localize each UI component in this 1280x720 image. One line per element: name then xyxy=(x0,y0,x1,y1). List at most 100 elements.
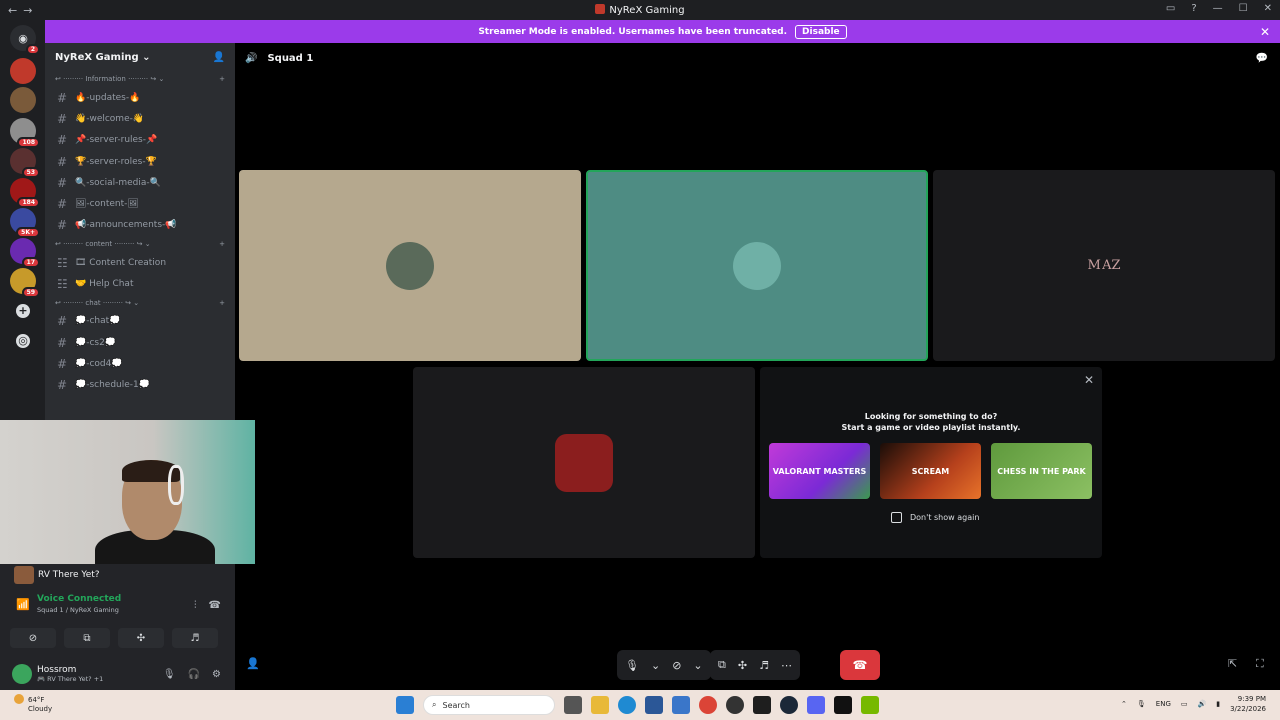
signal-icon[interactable]: 📶 xyxy=(16,598,30,611)
chrome-icon[interactable] xyxy=(699,696,717,714)
chevron-down-icon[interactable]: ⌄ xyxy=(651,659,660,672)
category-information[interactable]: ↩ ········· Information ········· ↪ ⌄ + xyxy=(45,71,235,87)
participant-tile[interactable]: M AZ xyxy=(933,170,1275,361)
channel-item[interactable]: # 💭-cod4💭 xyxy=(45,353,235,374)
battery-icon[interactable]: ▮ xyxy=(1216,700,1220,708)
server-icon-4[interactable]: 53 xyxy=(10,148,40,178)
steam-icon[interactable] xyxy=(780,696,798,714)
soundboard-icon[interactable]: ♬ xyxy=(759,659,769,672)
add-member-icon[interactable]: 👤 xyxy=(213,52,225,63)
camera-off-icon[interactable]: ⊘ xyxy=(672,659,681,672)
channel-item[interactable]: # 💭-schedule-1💭 xyxy=(45,375,235,396)
app-icon[interactable] xyxy=(726,696,744,714)
popout-icon[interactable]: ⇱ xyxy=(1228,657,1237,670)
start-icon[interactable] xyxy=(396,696,414,714)
username[interactable]: Hossrom xyxy=(37,665,103,675)
channel-item[interactable]: # 👋-welcome-👋 xyxy=(45,108,235,129)
chat-bubble-icon[interactable]: 💬 xyxy=(1256,53,1268,64)
task-view-icon[interactable] xyxy=(564,696,582,714)
channel-item[interactable]: ☷ 🤝 Help Chat xyxy=(45,273,235,294)
add-channel-icon[interactable]: + xyxy=(219,299,225,307)
server-icon-3[interactable]: 108 xyxy=(10,118,40,148)
maximize-icon[interactable]: ☐ xyxy=(1239,3,1248,14)
add-channel-icon[interactable]: + xyxy=(219,75,225,83)
edge-icon[interactable] xyxy=(618,696,636,714)
mail-icon[interactable] xyxy=(672,696,690,714)
add-server-icon[interactable]: + xyxy=(16,304,30,318)
disable-streamer-mode-button[interactable]: Disable xyxy=(795,24,847,39)
channel-item[interactable]: # 📢-announcements-📢 xyxy=(45,215,235,236)
participant-tile[interactable] xyxy=(413,367,755,558)
add-channel-icon[interactable]: + xyxy=(219,240,225,248)
discord-icon[interactable] xyxy=(807,696,825,714)
soundboard-button[interactable]: ♬ xyxy=(172,628,218,648)
participant-tile[interactable] xyxy=(239,170,581,361)
chevron-down-icon[interactable]: ⌄ xyxy=(693,659,702,672)
back-icon[interactable]: ← xyxy=(8,4,17,17)
help-icon[interactable]: ? xyxy=(1191,3,1196,14)
participant-tile-speaking[interactable] xyxy=(586,170,928,361)
server-header[interactable]: NyReX Gaming ⌄ 👤 xyxy=(45,43,235,71)
dont-show-again[interactable]: Don't show again xyxy=(891,512,979,523)
search-input[interactable]: ⌕ Search xyxy=(423,695,555,715)
server-icon-7[interactable]: 17 xyxy=(10,238,40,268)
app-icon[interactable] xyxy=(753,696,771,714)
activity-card-scream[interactable]: SCREAM xyxy=(880,443,981,499)
camera-off-button[interactable]: ⊘ xyxy=(10,628,56,648)
direct-messages-icon[interactable]: ◉ 2 xyxy=(10,25,40,55)
activity-card-valorant[interactable]: VALORANT MASTERS xyxy=(769,443,870,499)
avatar xyxy=(386,241,434,290)
channel-item[interactable]: # 🏆-server-roles-🏆 xyxy=(45,151,235,172)
avatar[interactable] xyxy=(12,664,32,684)
leave-call-button[interactable]: ☎ xyxy=(840,650,880,680)
microphone-icon[interactable]: 🎙 xyxy=(625,659,639,672)
chevron-up-icon[interactable]: ⌃ xyxy=(1121,700,1127,708)
more-options-icon[interactable]: ⋯ xyxy=(781,659,792,672)
server-icon-8[interactable]: 59 xyxy=(10,268,40,298)
activity-row[interactable]: RV There Yet? xyxy=(0,564,235,586)
dont-show-again-checkbox[interactable] xyxy=(891,512,902,523)
category-chat[interactable]: ↩ ········· chat ········· ↪ ⌄ + xyxy=(45,295,235,311)
weather-widget[interactable]: 64°F Cloudy xyxy=(14,694,52,714)
clock[interactable]: 9:39 PM 3/22/2026 xyxy=(1230,694,1266,714)
forward-icon[interactable]: → xyxy=(23,4,32,17)
microphone-icon[interactable]: 🎙 xyxy=(163,669,176,680)
close-banner-icon[interactable]: ✕ xyxy=(1260,25,1270,39)
channel-item[interactable]: # 🔍-social-media-🔍 xyxy=(45,172,235,193)
invite-icon[interactable]: 👤 xyxy=(246,657,260,670)
activity-card-chess[interactable]: CHESS IN THE PARK xyxy=(991,443,1092,499)
fullscreen-icon[interactable]: ⛶ xyxy=(1256,657,1264,671)
nvidia-icon[interactable] xyxy=(861,696,879,714)
server-icon-5[interactable]: 184 xyxy=(10,178,40,208)
network-icon[interactable]: ▭ xyxy=(1181,700,1188,708)
activities-button[interactable]: ✣ xyxy=(118,628,164,648)
store-icon[interactable] xyxy=(645,696,663,714)
channel-item[interactable]: # 🖼-content-🖼 xyxy=(45,193,235,214)
category-content[interactable]: ↩ ········· content ········· ↪ ⌄ + xyxy=(45,236,235,252)
discover-icon[interactable]: ◎ xyxy=(16,334,30,348)
minimize-icon[interactable]: — xyxy=(1213,3,1223,14)
file-explorer-icon[interactable] xyxy=(591,696,609,714)
channel-item[interactable]: # 💭-cs2💭 xyxy=(45,332,235,353)
language-indicator[interactable]: ENG xyxy=(1156,700,1171,708)
noise-suppression-icon[interactable]: ⫶ xyxy=(194,600,197,611)
server-icon-2[interactable] xyxy=(10,87,36,113)
headset-icon[interactable]: 🎧 xyxy=(188,669,200,680)
inbox-icon[interactable]: ▭ xyxy=(1166,3,1175,14)
microphone-icon[interactable]: 🎙 xyxy=(1137,700,1146,708)
server-icon-6[interactable]: 5K+ xyxy=(10,208,40,238)
channel-item[interactable]: # 📌-server-rules-📌 xyxy=(45,130,235,151)
close-window-icon[interactable]: ✕ xyxy=(1264,3,1272,14)
gear-icon[interactable]: ⚙ xyxy=(212,669,221,680)
screen-share-icon[interactable]: ⧉ xyxy=(718,658,726,672)
volume-icon[interactable]: 🔊 xyxy=(1198,700,1207,708)
epic-games-icon[interactable] xyxy=(834,696,852,714)
channel-item[interactable]: # 💭-chat💭 xyxy=(45,311,235,332)
channel-item[interactable]: ☷ 🎞 Content Creation xyxy=(45,252,235,273)
server-icon-nyrex[interactable] xyxy=(10,58,36,84)
activities-icon[interactable]: ✣ xyxy=(738,659,747,672)
channel-item[interactable]: # 🔥-updates-🔥 xyxy=(45,87,235,108)
screen-share-button[interactable]: ⧉ xyxy=(64,628,110,648)
close-icon[interactable]: ✕ xyxy=(1084,373,1094,387)
disconnect-icon[interactable]: ☎ xyxy=(209,600,221,611)
